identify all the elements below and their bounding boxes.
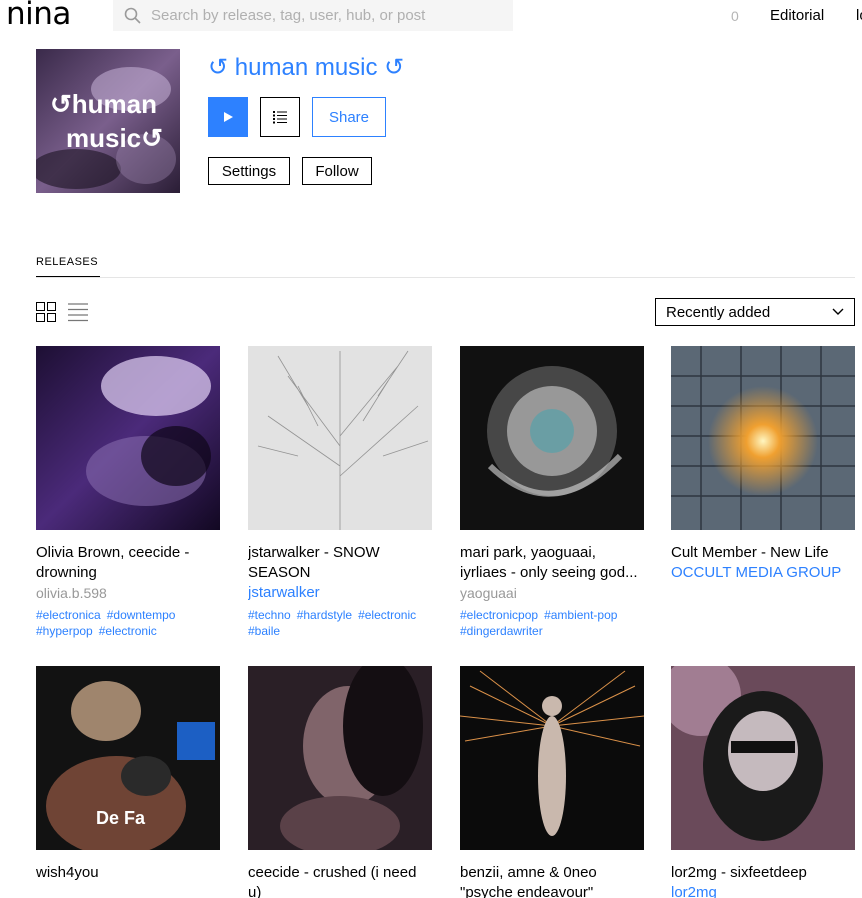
release-title[interactable]: ceecide - crushed (i need u) — [248, 863, 432, 898]
release-card[interactable]: Olivia Brown, ceecide - drowning olivia.… — [36, 346, 220, 639]
release-card[interactable]: benzii, amne & 0neo "psyche endeavour" — [460, 666, 644, 898]
hub-title: ↺ human music ↺ — [208, 54, 405, 81]
tag-link[interactable]: #hardstyle — [297, 607, 352, 623]
tab-releases[interactable]: RELEASES — [36, 256, 100, 277]
svg-text:↺human: ↺human — [50, 89, 157, 119]
release-title[interactable]: benzii, amne & 0neo "psyche endeavour" — [460, 863, 644, 898]
tab-divider — [36, 277, 855, 278]
sort-dropdown[interactable]: Recently added — [655, 298, 855, 326]
search-icon — [124, 7, 141, 24]
settings-button[interactable]: Settings — [208, 157, 290, 185]
release-title[interactable]: jstarwalker - SNOW SEASON — [248, 543, 432, 583]
release-title[interactable]: lor2mg - sixfeetdeep — [671, 863, 855, 883]
release-artist-link[interactable]: lor2mg — [671, 883, 855, 898]
release-tags: #techno #hardstyle #electronic #baile — [248, 607, 432, 639]
tag-link[interactable]: #baile — [248, 623, 280, 639]
release-artist-link[interactable]: OCCULT MEDIA GROUP — [671, 563, 855, 583]
tag-link[interactable]: #electronic — [99, 623, 157, 639]
follow-button[interactable]: Follow — [302, 157, 372, 185]
grid-view-icon[interactable] — [36, 302, 56, 322]
release-artist: olivia.b.598 — [36, 585, 107, 601]
nav-login-link[interactable]: lo — [856, 7, 862, 24]
release-tags: #electronicpop #ambient-pop#dingerdawrite… — [460, 607, 644, 639]
share-button[interactable]: Share — [312, 97, 386, 137]
release-card[interactable]: ceecide - crushed (i need u) — [248, 666, 432, 898]
release-card[interactable]: De Fa wish4you — [36, 666, 220, 883]
tag-link[interactable]: #techno — [248, 607, 291, 623]
release-title[interactable]: wish4you — [36, 863, 220, 883]
release-title[interactable]: mari park, yaoguaai, iyrliaes - only see… — [460, 543, 644, 583]
tag-link[interactable]: #downtempo — [107, 607, 176, 623]
release-artwork[interactable] — [460, 346, 644, 530]
search-input[interactable] — [151, 7, 491, 24]
svg-text:De Fa: De Fa — [96, 808, 146, 828]
tag-link[interactable]: #electronic — [358, 607, 416, 623]
nav-editorial-link[interactable]: Editorial — [770, 7, 824, 24]
play-button[interactable] — [208, 97, 248, 137]
tag-link[interactable]: #electronicpop — [460, 607, 538, 623]
search-bar[interactable] — [113, 0, 513, 31]
sort-selected-label: Recently added — [666, 303, 771, 321]
release-tags: #electronica #downtempo #hyperpop #electron… — [36, 607, 220, 639]
release-card[interactable]: jstarwalker - SNOW SEASON jstarwalker #t… — [248, 346, 432, 639]
hub-artwork: ↺human music↺ — [36, 49, 180, 193]
tag-link[interactable]: #hyperpop — [36, 623, 93, 639]
tag-link[interactable]: #ambient-pop — [544, 607, 617, 623]
nina-logo[interactable]: nina — [6, 0, 71, 30]
release-artwork[interactable]: De Fa — [36, 666, 220, 850]
play-icon — [224, 112, 233, 122]
tag-link[interactable]: #electronica — [36, 607, 101, 623]
chevron-down-icon — [832, 308, 844, 315]
release-card[interactable]: lor2mg - sixfeetdeep lor2mg — [671, 666, 855, 898]
svg-text:music↺: music↺ — [66, 123, 163, 153]
release-artwork[interactable] — [671, 346, 855, 530]
release-artwork[interactable] — [460, 666, 644, 850]
release-artist-link[interactable]: jstarwalker — [248, 583, 432, 603]
release-card[interactable]: Cult Member - New Life OCCULT MEDIA GROU… — [671, 346, 855, 583]
release-artwork[interactable] — [671, 666, 855, 850]
cart-count[interactable]: 0 — [731, 8, 739, 24]
release-card[interactable]: mari park, yaoguaai, iyrliaes - only see… — [460, 346, 644, 639]
add-to-queue-button[interactable] — [260, 97, 300, 137]
release-artwork[interactable] — [248, 346, 432, 530]
release-artwork[interactable] — [36, 346, 220, 530]
queue-list-icon — [273, 111, 287, 124]
top-bar: nina 0 Editorial lo — [0, 0, 862, 34]
release-artwork[interactable] — [248, 666, 432, 850]
list-view-icon[interactable] — [68, 302, 88, 322]
release-title[interactable]: Olivia Brown, ceecide - drowning — [36, 543, 220, 583]
release-artist: yaoguaai — [460, 585, 517, 601]
tag-link[interactable]: #dingerdawriter — [460, 623, 543, 639]
release-title[interactable]: Cult Member - New Life — [671, 543, 855, 563]
